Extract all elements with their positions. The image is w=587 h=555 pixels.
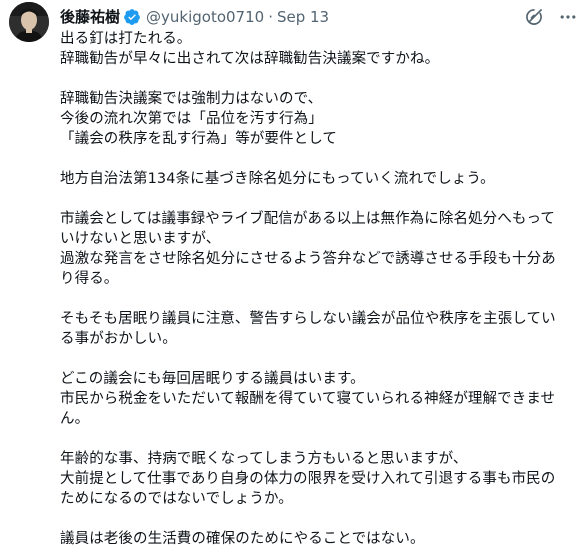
avatar[interactable]: [9, 2, 49, 42]
text-line: 大前提として仕事であり自身の体力の限界を受け入れて引退する事も市民の: [60, 471, 556, 487]
text-line: 今後の流れ次第では「品位を汚す行為」: [60, 111, 323, 127]
text-line: 「議会の秩序を乱す行為」等が要件として: [60, 131, 337, 147]
text-line: 市民から税金をいただいて報酬を得ていて寝ていられる神経が理解できませ: [60, 391, 556, 407]
verified-badge-icon: [123, 8, 141, 26]
text-line: 辞職勧告が早々に出されて次は辞職勧告決議案ですかね。: [60, 51, 440, 67]
grok-icon[interactable]: [523, 6, 545, 28]
text-line: ん。: [60, 411, 90, 427]
tweet-text: 出る釘は打たれる。 辞職勧告が早々に出されて次は辞職勧告決議案ですかね。 辞職勧…: [60, 29, 580, 549]
more-icon[interactable]: [557, 6, 579, 28]
text-line: 地方自治法第134条に基づき除名処分にもっていく流れでしょう。: [60, 171, 495, 187]
text-line: 年齢的な事、持病で眠くなってしまう方もいると思いますが、: [60, 451, 468, 467]
author-name[interactable]: 後藤祐樹: [60, 7, 120, 27]
text-line: る事がおかしい。: [60, 331, 177, 347]
tweet-date[interactable]: Sep 13: [277, 7, 329, 27]
text-line: そもそも居眠り議員に注意、警告すらしない議会が品位や秩序を主張してい: [60, 311, 556, 327]
text-line: 出る釘は打たれる。: [60, 31, 192, 47]
text-line: 議員は老後の生活費の確保のためにやることではない。: [60, 531, 425, 547]
separator-dot: ·: [268, 8, 273, 26]
author-handle[interactable]: @yukigoto0710: [146, 7, 264, 27]
text-line: いけないと思いますが、: [60, 231, 221, 247]
text-line: 過激な発言をさせ除名処分にさせるよう答弁などで誘導させる手段も十分あ: [60, 251, 556, 267]
text-line: どこの議会にも毎回居眠りする議員はいます。: [60, 371, 365, 387]
text-line: ためになるのではないでしょうか。: [60, 491, 293, 507]
avatar-photo: [9, 2, 49, 42]
text-line: 市議会としては議事録やライブ配信がある以上は無作為に除名処分へもって: [60, 211, 555, 227]
tweet-header: 後藤祐樹 @yukigoto0710 · Sep 13: [60, 6, 587, 28]
text-line: り得る。: [60, 271, 119, 287]
text-line: 辞職勧告決議案では強制力はないので、: [60, 91, 323, 107]
tweet-actions: [523, 6, 579, 28]
tweet: 後藤祐樹 @yukigoto0710 · Sep 13 出る釘は打たれる。 辞職…: [0, 0, 587, 555]
